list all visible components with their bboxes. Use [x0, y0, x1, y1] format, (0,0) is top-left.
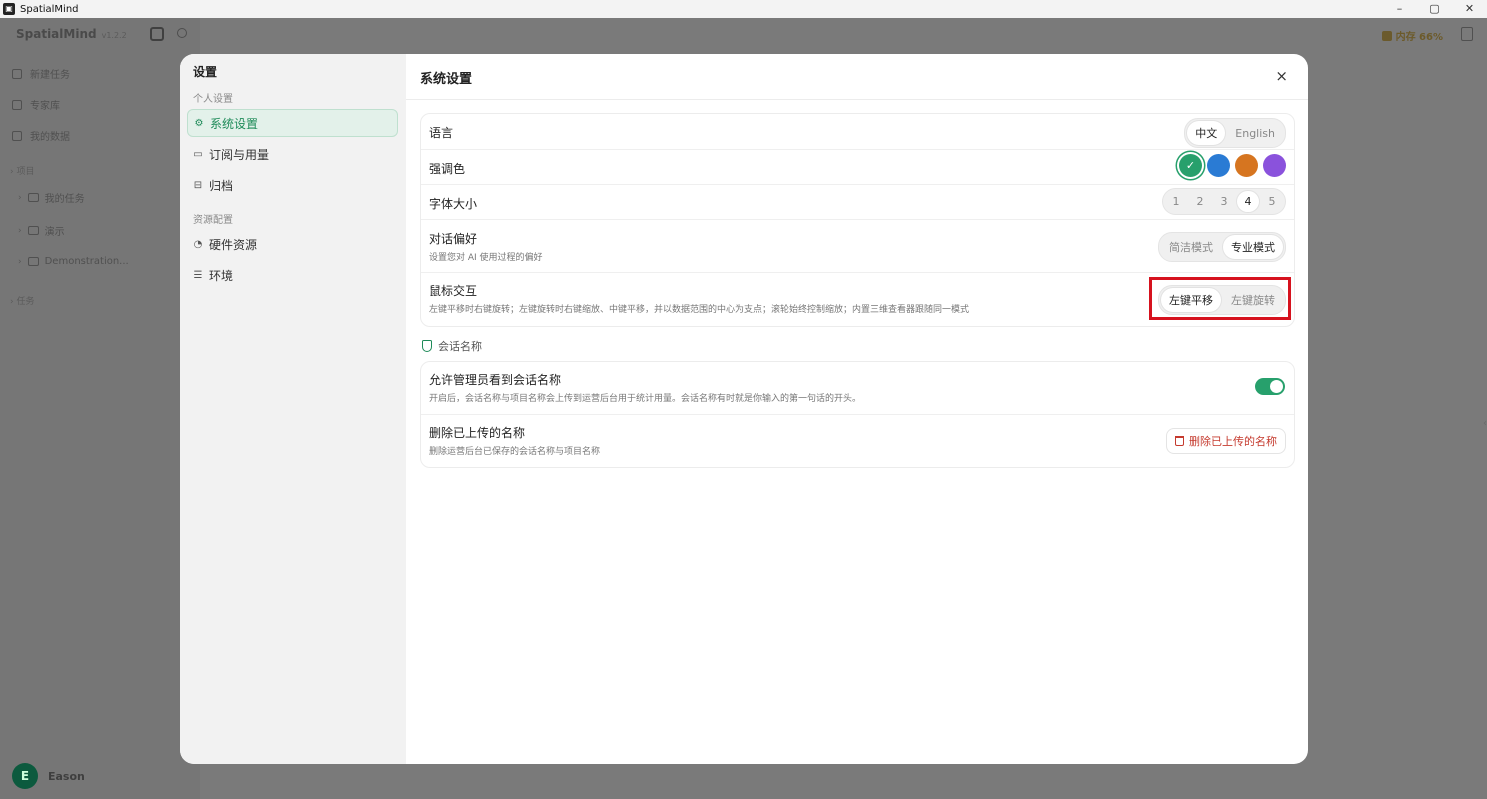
chat-pref-desc: 设置您对 AI 使用过程的偏好 — [429, 253, 543, 263]
settings-title: 设置 — [193, 65, 218, 79]
sidebar-item-archive[interactable]: ⊟ 归档 — [187, 171, 398, 199]
font-size-row: 字体大小 1 2 3 4 5 — [421, 185, 1294, 220]
settings-sidebar: 设置 个人设置 ⚙ 系统设置 ▭ 订阅与用量 ⊟ 归档 资源配置 ◔ 硬件资源 … — [180, 54, 406, 764]
font-size-selector: 1 2 3 4 5 — [1162, 188, 1286, 215]
check-icon: ✓ — [1185, 159, 1196, 172]
language-label: 语言 — [429, 126, 454, 140]
delete-names-desc: 删除运营后台已保存的会话名称与项目名称 — [429, 447, 601, 457]
chat-pref-label: 对话偏好 — [429, 232, 478, 246]
window-title: SpatialMind — [20, 3, 79, 15]
sidebar-item-system-settings[interactable]: ⚙ 系统设置 — [187, 109, 398, 137]
sidebar-item-hardware[interactable]: ◔ 硬件资源 — [187, 230, 398, 258]
card-icon: ▭ — [193, 148, 203, 160]
language-option-en[interactable]: English — [1227, 123, 1283, 144]
accent-label: 强调色 — [429, 162, 466, 176]
shield-icon — [422, 340, 432, 352]
memory-icon — [1381, 30, 1392, 41]
chat-pref-selector: 简洁模式 专业模式 — [1158, 232, 1286, 262]
folder-item[interactable]: › 演示 — [18, 223, 65, 239]
chat-pref-option-simple[interactable]: 简洁模式 — [1161, 235, 1221, 259]
close-icon[interactable]: × — [1275, 67, 1288, 85]
highlight-annotation — [1149, 277, 1291, 320]
version-label: v1.2.2 — [101, 31, 127, 40]
font-size-label: 字体大小 — [429, 197, 478, 211]
group-resources-label: 资源配置 — [193, 215, 233, 226]
group-personal-label: 个人设置 — [193, 94, 233, 105]
font-size-option-5[interactable]: 5 — [1261, 191, 1283, 212]
app-logo-icon: ▣ — [3, 3, 15, 15]
folder-icon — [27, 226, 39, 235]
font-size-option-4[interactable]: 4 — [1237, 191, 1259, 212]
font-size-option-2[interactable]: 2 — [1189, 191, 1211, 212]
sidebar-item-environment[interactable]: ☰ 环境 — [187, 261, 398, 289]
window-titlebar: ▣ SpatialMind – ▢ ✕ — [0, 0, 1487, 18]
brand-name: SpatialMind v1.2.2 — [16, 27, 127, 41]
folder-item[interactable]: › Demonstration... — [18, 256, 129, 267]
nav-experts[interactable]: 专家库 — [12, 97, 60, 112]
language-selector: 中文 English — [1184, 118, 1286, 148]
allow-admin-label: 允许管理员看到会话名称 — [429, 373, 562, 387]
allow-admin-desc: 开启后，会话名称与项目名称会上传到运营后台用于统计用量。会话名称有时就是你输入的… — [429, 394, 862, 404]
allow-admin-row: 允许管理员看到会话名称 开启后，会话名称与项目名称会上传到运营后台用于统计用量。… — [421, 362, 1294, 415]
tasks-section-label: › 任务 — [10, 297, 35, 307]
delete-names-button[interactable]: 删除已上传的名称 — [1166, 428, 1286, 454]
font-size-option-1[interactable]: 1 — [1165, 191, 1187, 212]
avatar: E — [12, 763, 38, 789]
search-icon[interactable] — [177, 28, 187, 38]
font-size-option-3[interactable]: 3 — [1213, 191, 1235, 212]
nav-new-task[interactable]: 新建任务 — [12, 66, 70, 81]
delete-names-row: 删除已上传的名称 删除运营后台已保存的会话名称与项目名称 删除已上传的名称 — [421, 415, 1294, 467]
accent-swatch-green[interactable]: ✓ — [1179, 154, 1202, 177]
close-window-button[interactable]: ✕ — [1452, 0, 1487, 18]
collapse-handle-icon[interactable]: ‹ — [1483, 418, 1487, 429]
username: Eason — [48, 769, 85, 783]
page-title: 系统设置 — [420, 72, 473, 87]
maximize-button[interactable]: ▢ — [1417, 0, 1452, 18]
window-controls: – ▢ ✕ — [1382, 0, 1487, 18]
mouse-label: 鼠标交互 — [429, 284, 478, 298]
minimize-button[interactable]: – — [1382, 0, 1417, 18]
trash-icon — [1175, 436, 1184, 446]
gauge-icon: ◔ — [193, 238, 203, 250]
toggle-knob — [1270, 380, 1283, 393]
new-task-icon — [12, 68, 22, 79]
accent-swatch-purple[interactable] — [1263, 154, 1286, 177]
accent-swatch-blue[interactable] — [1207, 154, 1230, 177]
settings-modal: 设置 个人设置 ⚙ 系统设置 ▭ 订阅与用量 ⊟ 归档 资源配置 ◔ 硬件资源 … — [180, 54, 1308, 764]
accent-swatch-orange[interactable] — [1235, 154, 1258, 177]
user-profile[interactable]: E Eason — [12, 763, 85, 789]
panel-toggle-icon[interactable] — [1461, 27, 1473, 41]
sidebar-item-subscription[interactable]: ▭ 订阅与用量 — [187, 140, 398, 168]
session-section-heading: 会话名称 — [422, 338, 482, 354]
projects-section-label: › 项目 — [10, 167, 35, 177]
nav-my-data[interactable]: 我的数据 — [12, 128, 70, 143]
sliders-icon: ⚙ — [194, 117, 204, 129]
session-card: 允许管理员看到会话名称 开启后，会话名称与项目名称会上传到运营后台用于统计用量。… — [420, 361, 1295, 468]
folder-icon — [27, 193, 39, 202]
chat-pref-option-pro[interactable]: 专业模式 — [1223, 235, 1283, 259]
language-row: 语言 中文 English — [421, 114, 1294, 150]
folder-icon — [27, 257, 39, 266]
folder-item[interactable]: › 我的任务 — [18, 190, 85, 206]
allow-admin-toggle[interactable] — [1255, 378, 1285, 395]
data-icon — [12, 130, 22, 141]
delete-names-label: 删除已上传的名称 — [429, 426, 526, 440]
experts-icon — [12, 99, 22, 110]
language-option-zh[interactable]: 中文 — [1187, 121, 1226, 145]
accent-swatches: ✓ — [1179, 154, 1286, 177]
archive-icon: ⊟ — [193, 179, 203, 191]
chat-pref-row: 对话偏好 设置您对 AI 使用过程的偏好 简洁模式 专业模式 — [421, 220, 1294, 273]
settings-main: 系统设置 × 语言 中文 English 强调色 ✓ 字体大小 1 2 3 4 … — [406, 54, 1308, 764]
memory-status: 内存 66% — [1381, 28, 1443, 43]
server-icon: ☰ — [193, 269, 203, 281]
mouse-desc: 左键平移时右键旋转；左键旋转时右键缩放、中键平移，并以数据范围的中心为支点；滚轮… — [429, 305, 970, 315]
background-sidebar: SpatialMind v1.2.2 新建任务 专家库 我的数据 › 项目 › 我的… — [0, 18, 200, 799]
settings-header: 系统设置 × — [406, 54, 1308, 100]
accent-row: 强调色 ✓ — [421, 150, 1294, 185]
sidebar-toggle-icon[interactable] — [150, 27, 164, 41]
